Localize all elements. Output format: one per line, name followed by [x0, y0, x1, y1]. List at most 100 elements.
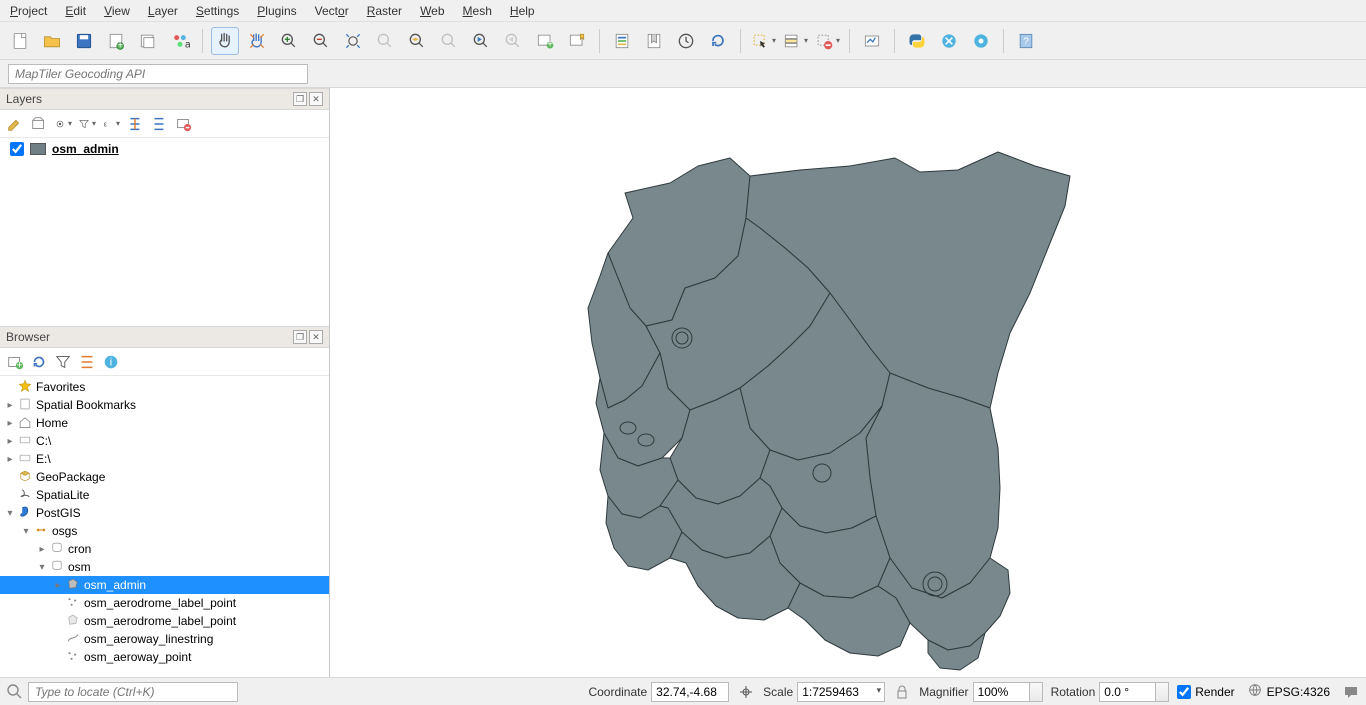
expand-icon[interactable]: ▸ [36, 544, 48, 555]
browser-panel-title[interactable]: Browser ❐ ✕ [0, 326, 329, 348]
refresh-button[interactable] [704, 27, 732, 55]
zoom-full-button[interactable] [339, 27, 367, 55]
menu-layer[interactable]: Layer [144, 2, 182, 20]
layer-item-osm-admin[interactable]: osm_admin [0, 138, 329, 160]
manage-map-themes-icon[interactable] [54, 115, 72, 133]
save-project-button[interactable] [70, 27, 98, 55]
expand-all-icon[interactable] [126, 115, 144, 133]
zoom-out-button[interactable] [307, 27, 335, 55]
browser-item[interactable]: ▸C:\ [0, 432, 329, 450]
layer-visibility-checkbox[interactable] [10, 142, 24, 156]
lock-scale-icon[interactable] [893, 683, 911, 701]
zoom-in-button[interactable] [275, 27, 303, 55]
magnifier-value[interactable]: 100% [973, 682, 1043, 702]
zoom-last-button[interactable] [467, 27, 495, 55]
expand-icon[interactable]: ▾ [36, 562, 48, 573]
expand-icon[interactable]: ▸ [4, 400, 16, 411]
expand-icon[interactable]: ▾ [4, 508, 16, 519]
menu-project[interactable]: Project [6, 2, 51, 20]
layer-styling-icon[interactable] [6, 115, 24, 133]
browser-item[interactable]: osm_aerodrome_label_point [0, 594, 329, 612]
browser-filter-icon[interactable] [54, 353, 72, 371]
browser-item[interactable]: ▾osgs [0, 522, 329, 540]
expand-icon[interactable]: ▸ [52, 580, 64, 591]
plugin-b-button[interactable] [967, 27, 995, 55]
browser-item[interactable]: osm_aeroway_point [0, 648, 329, 666]
browser-item[interactable]: ▸cron [0, 540, 329, 558]
browser-refresh-icon[interactable] [30, 353, 48, 371]
browser-close-icon[interactable]: ✕ [309, 330, 323, 344]
browser-item[interactable]: ▸Spatial Bookmarks [0, 396, 329, 414]
browser-item[interactable]: Favorites [0, 378, 329, 396]
menu-mesh[interactable]: Mesh [459, 2, 496, 20]
open-data-source-manager-button[interactable] [608, 27, 636, 55]
deselect-all-button[interactable] [813, 27, 841, 55]
layers-undock-icon[interactable]: ❐ [293, 92, 307, 106]
temporal-controller-button[interactable] [672, 27, 700, 55]
new-print-layout-button[interactable]: + [102, 27, 130, 55]
layers-panel-title[interactable]: Layers ❐ ✕ [0, 88, 329, 110]
maptiler-button[interactable] [858, 27, 886, 55]
menu-view[interactable]: View [100, 2, 134, 20]
browser-item[interactable]: ▾PostGIS [0, 504, 329, 522]
render-checkbox[interactable] [1177, 685, 1191, 699]
new-project-button[interactable] [6, 27, 34, 55]
layers-close-icon[interactable]: ✕ [309, 92, 323, 106]
browser-undock-icon[interactable]: ❐ [293, 330, 307, 344]
browser-item[interactable]: ▾osm [0, 558, 329, 576]
filter-expression-icon[interactable]: ε [102, 115, 120, 133]
style-manager-button[interactable]: a [166, 27, 194, 55]
new-bookmark-button[interactable] [563, 27, 591, 55]
remove-layer-icon[interactable] [174, 115, 192, 133]
coordinate-value[interactable]: 32.74,-4.68 [651, 682, 729, 702]
zoom-to-layer-button[interactable] [403, 27, 431, 55]
browser-item[interactable]: SpatiaLite [0, 486, 329, 504]
expand-icon[interactable]: ▸ [4, 436, 16, 447]
browser-add-icon[interactable]: + [6, 353, 24, 371]
zoom-next-button[interactable] [499, 27, 527, 55]
select-features-button[interactable] [749, 27, 777, 55]
rotation-value[interactable]: 0.0 ° [1099, 682, 1169, 702]
open-project-button[interactable] [38, 27, 66, 55]
messages-icon[interactable] [1342, 683, 1360, 701]
layout-manager-button[interactable] [134, 27, 162, 55]
browser-item[interactable]: osm_aeroway_linestring [0, 630, 329, 648]
scale-value[interactable]: 1:7259463 [797, 682, 885, 702]
select-by-value-button[interactable] [781, 27, 809, 55]
browser-collapse-icon[interactable] [78, 353, 96, 371]
zoom-to-selection-button[interactable] [371, 27, 399, 55]
expand-icon[interactable]: ▾ [20, 526, 32, 537]
add-group-icon[interactable] [30, 115, 48, 133]
browser-item[interactable]: ▸E:\ [0, 450, 329, 468]
browser-item[interactable]: osm_aerodrome_label_point [0, 612, 329, 630]
collapse-all-icon[interactable] [150, 115, 168, 133]
browser-item[interactable]: ▸osm_admin [0, 576, 329, 594]
help-button[interactable]: ? [1012, 27, 1040, 55]
menu-plugins[interactable]: Plugins [253, 2, 300, 20]
python-console-button[interactable] [903, 27, 931, 55]
toggle-extents-icon[interactable] [737, 683, 755, 701]
show-bookmarks-button[interactable] [640, 27, 668, 55]
browser-tree[interactable]: Favorites▸Spatial Bookmarks▸Home▸C:\▸E:\… [0, 376, 329, 668]
crs-indicator[interactable]: EPSG:4326 [1243, 682, 1334, 701]
browser-item[interactable]: ▸Home [0, 414, 329, 432]
browser-properties-icon[interactable]: i [102, 353, 120, 371]
map-canvas[interactable] [330, 88, 1366, 677]
pan-button[interactable] [211, 27, 239, 55]
browser-item[interactable]: GeoPackage [0, 468, 329, 486]
menu-help[interactable]: Help [506, 2, 539, 20]
geocoding-input[interactable] [8, 64, 308, 84]
expand-icon[interactable]: ▸ [4, 418, 16, 429]
locator-input[interactable] [28, 682, 238, 702]
new-map-view-button[interactable]: + [531, 27, 559, 55]
plugin-a-button[interactable] [935, 27, 963, 55]
render-toggle[interactable]: Render [1177, 685, 1234, 699]
menu-web[interactable]: Web [416, 2, 448, 20]
filter-legend-icon[interactable] [78, 115, 96, 133]
menu-edit[interactable]: Edit [61, 2, 90, 20]
menu-raster[interactable]: Raster [363, 2, 406, 20]
expand-icon[interactable]: ▸ [4, 454, 16, 465]
menu-settings[interactable]: Settings [192, 2, 243, 20]
pan-to-selection-button[interactable] [243, 27, 271, 55]
menu-vector[interactable]: Vector [311, 2, 353, 20]
